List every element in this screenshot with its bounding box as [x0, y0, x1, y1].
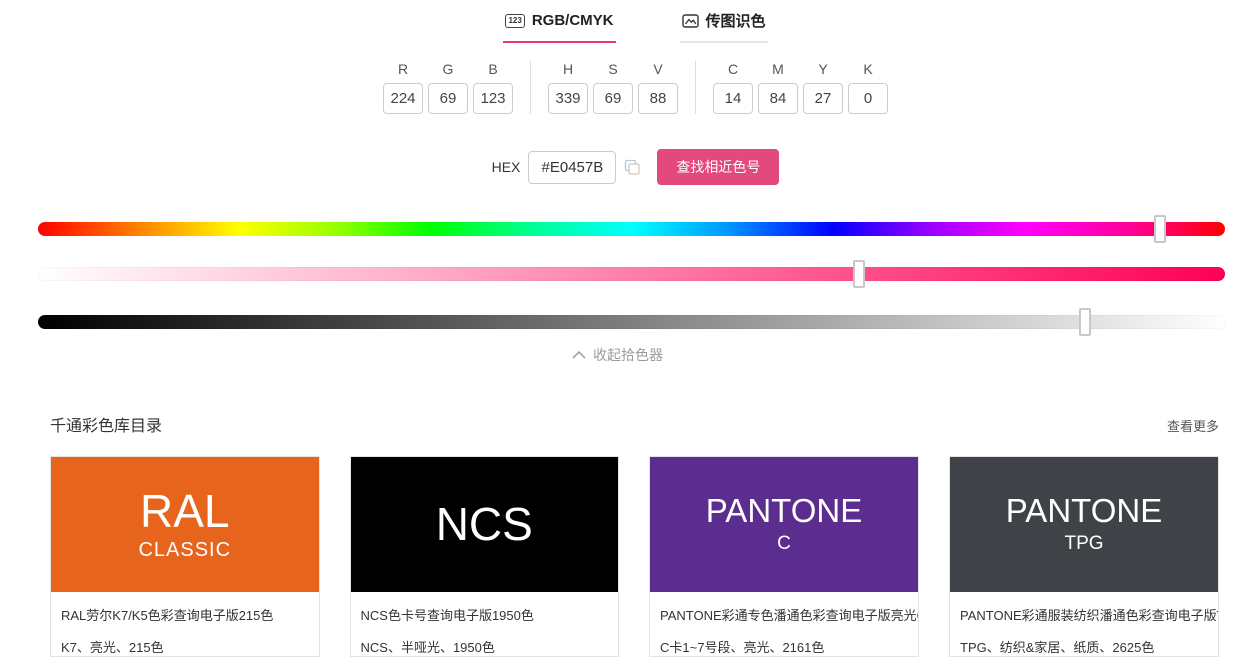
card-brand-sub: C — [777, 533, 791, 555]
hsv-group: H S V — [548, 61, 678, 114]
see-more-link[interactable]: 查看更多 — [1167, 416, 1219, 435]
c-input[interactable] — [713, 83, 753, 114]
h-input[interactable] — [548, 83, 588, 114]
k-label: K — [863, 61, 872, 77]
divider — [695, 61, 696, 114]
b-input[interactable] — [473, 83, 513, 114]
hsv-field: V — [638, 61, 678, 114]
card-brand-sub: TPG — [1064, 533, 1103, 555]
copy-icon[interactable] — [624, 159, 641, 176]
hue-slider[interactable] — [38, 222, 1225, 236]
card-specs: K7、亮光、215色 — [51, 637, 319, 656]
hsv-field: S — [593, 61, 633, 114]
library-cards: RAL CLASSIC RAL劳尔K7/K5色彩查询电子版215色 K7、亮光、… — [50, 456, 1219, 657]
h-label: H — [563, 61, 573, 77]
g-input[interactable] — [428, 83, 468, 114]
tab-rgb-cmyk-label: RGB/CMYK — [532, 12, 614, 29]
rgb-field: B — [473, 61, 513, 114]
hsv-field: H — [548, 61, 588, 114]
library-card-pantone-c[interactable]: PANTONE C PANTONE彩通专色潘通色彩查询电子版亮光C... C卡1… — [649, 456, 919, 657]
cmyk-field: C — [713, 61, 753, 114]
brightness-slider-handle[interactable] — [1079, 308, 1091, 336]
c-label: C — [728, 61, 738, 77]
cmyk-field: M — [758, 61, 798, 114]
rgb-group: R G B — [383, 61, 513, 114]
divider — [530, 61, 531, 114]
image-icon — [682, 13, 699, 29]
card-brand-sub: CLASSIC — [138, 539, 231, 562]
card-description: RAL劳尔K7/K5色彩查询电子版215色 — [51, 605, 319, 624]
color-picker-sliders — [38, 222, 1225, 329]
mode-tabs: 123 RGB/CMYK 传图识色 — [18, 0, 1235, 43]
card-description: PANTONE彩通专色潘通色彩查询电子版亮光C... — [650, 605, 918, 624]
numeric-123-icon: 123 — [505, 14, 524, 28]
tab-rgb-cmyk[interactable]: 123 RGB/CMYK — [503, 8, 615, 43]
hex-label: HEX — [492, 159, 521, 175]
card-specs: TPG、纺织&家居、纸质、2625色 — [950, 637, 1218, 656]
card-description: PANTONE彩通服装纺织潘通色彩查询电子版T... — [950, 605, 1218, 624]
card-specs: NCS、半哑光、1950色 — [351, 637, 619, 656]
cmyk-field: K — [848, 61, 888, 114]
library-card-pantone-tpg[interactable]: PANTONE TPG PANTONE彩通服装纺织潘通色彩查询电子版T... T… — [949, 456, 1219, 657]
v-label: V — [653, 61, 662, 77]
color-value-groups: R G B H S V C M — [18, 61, 1235, 114]
tab-image-color[interactable]: 传图识色 — [680, 8, 768, 43]
y-label: Y — [818, 61, 827, 77]
k-input[interactable] — [848, 83, 888, 114]
s-label: S — [608, 61, 617, 77]
rgb-field: R — [383, 61, 423, 114]
card-brand: NCS — [436, 500, 533, 548]
rgb-field: G — [428, 61, 468, 114]
brightness-slider[interactable] — [38, 315, 1225, 329]
b-label: B — [488, 61, 497, 77]
y-input[interactable] — [803, 83, 843, 114]
hex-input[interactable] — [528, 151, 616, 184]
find-similar-color-button[interactable]: 查找相近色号 — [657, 149, 779, 185]
color-library-section: 千通彩色库目录 查看更多 RAL CLASSIC RAL劳尔K7/K5色彩查询电… — [0, 412, 1235, 657]
hue-slider-handle[interactable] — [1154, 215, 1166, 243]
tab-image-color-label: 传图识色 — [706, 10, 766, 31]
s-input[interactable] — [593, 83, 633, 114]
card-specs: C卡1~7号段、亮光、2161色 — [650, 637, 918, 656]
m-label: M — [772, 61, 784, 77]
r-label: R — [398, 61, 408, 77]
cmyk-field: Y — [803, 61, 843, 114]
card-brand: RAL — [140, 487, 229, 535]
card-cover: PANTONE TPG — [950, 457, 1218, 592]
card-brand: PANTONE — [1006, 494, 1162, 529]
collapse-picker-label: 收起拾色器 — [593, 345, 663, 365]
library-title: 千通彩色库目录 — [50, 412, 162, 436]
g-label: G — [443, 61, 454, 77]
chevron-up-icon — [572, 351, 586, 359]
m-input[interactable] — [758, 83, 798, 114]
cmyk-group: C M Y K — [713, 61, 888, 114]
card-brand: PANTONE — [706, 494, 862, 529]
card-cover: RAL CLASSIC — [51, 457, 319, 592]
library-card-ncs[interactable]: NCS NCS色卡号查询电子版1950色 NCS、半哑光、1950色 — [350, 456, 620, 657]
library-card-ral[interactable]: RAL CLASSIC RAL劳尔K7/K5色彩查询电子版215色 K7、亮光、… — [50, 456, 320, 657]
card-description: NCS色卡号查询电子版1950色 — [351, 605, 619, 624]
saturation-slider-handle[interactable] — [853, 260, 865, 288]
r-input[interactable] — [383, 83, 423, 114]
collapse-picker-link[interactable]: 收起拾色器 — [0, 345, 1235, 365]
v-input[interactable] — [638, 83, 678, 114]
saturation-slider[interactable] — [38, 267, 1225, 281]
card-cover: NCS — [351, 457, 619, 592]
card-cover: PANTONE C — [650, 457, 918, 592]
hex-row: HEX 查找相近色号 — [18, 149, 1235, 185]
